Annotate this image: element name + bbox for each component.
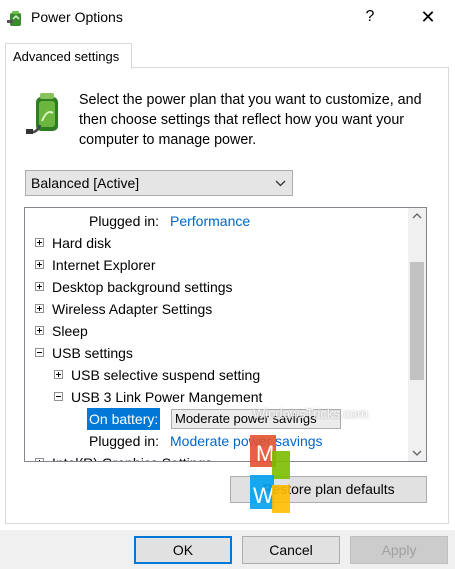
close-button[interactable]: ✕ xyxy=(411,4,445,30)
power-plan-select[interactable]: Balanced [Active] xyxy=(25,170,293,196)
tree-item-label: Intel(R) Graphics Settings xyxy=(52,452,212,461)
tree-item-sleep[interactable]: Sleep xyxy=(25,320,408,342)
tree-row-plugged-in-performance[interactable]: Plugged in: Performance xyxy=(25,210,408,232)
expand-plus-icon[interactable] xyxy=(54,370,63,379)
setting-value-link[interactable]: Moderate power savings xyxy=(170,430,323,452)
collapse-minus-icon[interactable] xyxy=(54,392,63,401)
window-title: Power Options xyxy=(31,9,123,25)
setting-label: Plugged in: xyxy=(89,433,160,449)
scroll-down-icon[interactable] xyxy=(408,444,426,461)
scroll-up-icon[interactable] xyxy=(408,208,426,225)
tree-item-hard-disk[interactable]: Hard disk xyxy=(25,232,408,254)
plan-description: Select the power plan that you want to c… xyxy=(79,92,422,148)
help-button[interactable]: ? xyxy=(356,4,384,30)
tree-item-wireless-adapter[interactable]: Wireless Adapter Settings xyxy=(25,298,408,320)
setting-value-link[interactable]: Performance xyxy=(170,210,250,232)
apply-button[interactable]: Apply xyxy=(350,536,448,564)
tree-item-label: Sleep xyxy=(52,323,88,339)
setting-label-selected: On battery: xyxy=(87,408,161,430)
expand-plus-icon[interactable] xyxy=(35,238,44,247)
tab-label: Advanced settings xyxy=(13,49,120,64)
settings-tree[interactable]: Plugged in: Performance Hard disk Intern… xyxy=(24,207,427,462)
power-options-icon xyxy=(7,11,21,26)
tree-item-label: Internet Explorer xyxy=(52,257,156,273)
tree-item-label: Desktop background settings xyxy=(52,279,233,295)
tree-item-desktop-background[interactable]: Desktop background settings xyxy=(25,276,408,298)
tree-item-label: Hard disk xyxy=(52,235,112,251)
battery-plug-icon xyxy=(26,93,58,134)
setting-label: Plugged in: xyxy=(89,213,160,229)
tree-item-usb-settings[interactable]: USB settings xyxy=(25,342,408,364)
settings-tree-content: Plugged in: Performance Hard disk Intern… xyxy=(25,208,408,461)
svg-text:W: W xyxy=(253,483,274,508)
tree-item-usb3-link-power[interactable]: USB 3 Link Power Mangement xyxy=(25,386,408,408)
svg-text:M: M xyxy=(256,441,274,466)
watermark-logo-icon: M W xyxy=(250,435,290,513)
expand-plus-icon[interactable] xyxy=(35,282,44,291)
tree-item-label: Wireless Adapter Settings xyxy=(52,301,213,317)
scrollbar-thumb[interactable] xyxy=(410,262,424,380)
tree-scrollbar[interactable] xyxy=(408,208,426,461)
expand-plus-icon[interactable] xyxy=(35,326,44,335)
collapse-minus-icon[interactable] xyxy=(35,348,44,357)
tab-advanced-settings[interactable]: Advanced settings xyxy=(5,43,132,69)
tree-item-label: USB selective suspend setting xyxy=(71,367,261,383)
tree-row-plugged-in-usb[interactable]: Plugged in: Moderate power savings xyxy=(25,430,408,452)
tree-item-intel-graphics[interactable]: Intel(R) Graphics Settings xyxy=(25,452,408,461)
tree-item-label: USB 3 Link Power Mangement xyxy=(71,389,263,405)
chevron-down-icon xyxy=(275,180,286,187)
expand-plus-icon[interactable] xyxy=(35,260,44,269)
expand-plus-icon[interactable] xyxy=(35,304,44,313)
ok-button[interactable]: OK xyxy=(134,536,232,564)
cancel-button[interactable]: Cancel xyxy=(242,536,340,564)
power-plan-value: Balanced [Active] xyxy=(31,175,140,191)
expand-plus-icon[interactable] xyxy=(35,458,44,461)
watermark-text: WindowsTricks.com xyxy=(253,406,369,421)
title-bar: Power Options ? ✕ xyxy=(0,0,455,34)
tree-item-usb-selective-suspend[interactable]: USB selective suspend setting xyxy=(25,364,408,386)
tree-item-label: USB settings xyxy=(52,345,133,361)
tree-item-internet-explorer[interactable]: Internet Explorer xyxy=(25,254,408,276)
